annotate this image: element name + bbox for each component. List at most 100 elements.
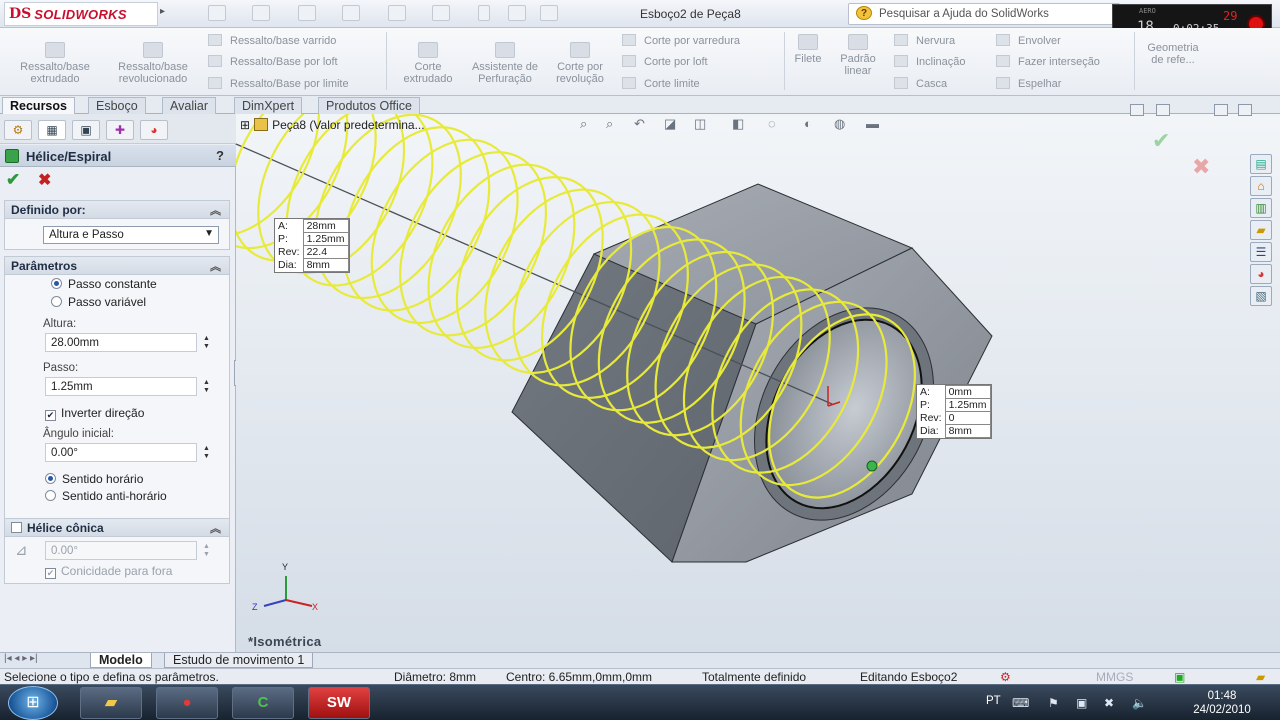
lofted-cut-button[interactable]: Corte por loft bbox=[622, 55, 708, 68]
home-pane-icon[interactable]: ⌂ bbox=[1250, 176, 1272, 196]
pitch-spinner[interactable]: ▲ ▼ bbox=[203, 379, 213, 395]
display-manager-tab-icon[interactable]: ◕ bbox=[140, 120, 168, 140]
parameters-header[interactable]: Parâmetros ︽ bbox=[5, 257, 229, 275]
pitch-variable-radio[interactable]: Passo variável bbox=[51, 295, 146, 309]
rebuild-icon[interactable] bbox=[478, 5, 490, 21]
taper-angle-spinner[interactable]: ▲ ▼ bbox=[203, 543, 213, 559]
tab-recursos[interactable]: Recursos bbox=[2, 97, 75, 114]
tab-avaliar[interactable]: Avaliar bbox=[162, 97, 216, 114]
help-icon[interactable]: ? bbox=[216, 148, 224, 163]
collapse-icon[interactable]: ︽ bbox=[210, 520, 221, 536]
zoom-to-fit-icon[interactable]: ⌕ bbox=[580, 116, 598, 132]
options-icon[interactable] bbox=[540, 5, 558, 21]
windows-explorer-icon[interactable]: ▰ bbox=[80, 687, 142, 719]
help-status-icon[interactable]: ▣ bbox=[1174, 670, 1185, 684]
view-settings-icon[interactable]: ▬ bbox=[866, 116, 884, 132]
new-doc-icon[interactable] bbox=[208, 5, 226, 21]
mirror-button[interactable]: Espelhar bbox=[996, 77, 1061, 90]
print-icon[interactable] bbox=[342, 5, 360, 21]
custom-properties-icon[interactable]: ▧ bbox=[1250, 286, 1272, 306]
start-angle-input[interactable]: 0.00° bbox=[45, 443, 197, 462]
minimize-doc-icon[interactable] bbox=[1214, 104, 1228, 116]
linear-pattern-button[interactable]: Padrão linear bbox=[834, 34, 882, 77]
revolved-cut-button[interactable]: Corte por revolução bbox=[546, 42, 614, 85]
defined-by-select[interactable]: Altura e Passo ▼ bbox=[43, 226, 219, 244]
restore-window-icon[interactable] bbox=[1156, 104, 1170, 116]
taper-outward-checkbox[interactable]: ✔ Conicidade para fora bbox=[45, 564, 172, 579]
callout-revolutions[interactable]: 0 bbox=[944, 411, 991, 425]
taper-helix-checkbox[interactable] bbox=[11, 521, 27, 535]
keyboard-icon[interactable]: ⌨ bbox=[1012, 696, 1029, 710]
tab-motion-study[interactable]: Estudo de movimento 1 bbox=[164, 653, 314, 668]
solidworks-logo[interactable]: DS SOLIDWORKS bbox=[4, 2, 158, 26]
confirm-cancel-icon[interactable]: ✖ bbox=[1192, 154, 1210, 180]
tab-scroll-arrows-icon[interactable]: |◂ ◂ ▸ ▸| bbox=[4, 653, 38, 664]
collapse-icon[interactable]: ︽ bbox=[210, 202, 221, 218]
callout-revolutions[interactable]: 22.4 bbox=[302, 245, 349, 259]
reverse-direction-checkbox[interactable]: ✔ Inverter direção bbox=[45, 406, 144, 421]
defined-by-header[interactable]: Definido por: ︽ bbox=[5, 201, 229, 219]
lofted-boss-button[interactable]: Ressalto/Base por loft bbox=[208, 55, 338, 68]
select-icon[interactable] bbox=[432, 5, 450, 21]
intersect-button[interactable]: Fazer interseção bbox=[996, 55, 1100, 68]
media-player-icon[interactable]: ● bbox=[156, 687, 218, 719]
feature-tree-tab-icon[interactable]: ⚙ bbox=[4, 120, 32, 140]
save-icon[interactable] bbox=[298, 5, 316, 21]
section-view-icon[interactable]: ◪ bbox=[664, 116, 682, 132]
ok-check-icon[interactable]: ✔ bbox=[6, 170, 20, 190]
graphics-area[interactable]: Y X Z ⊞ Peça8 (Valor predetermina... ⌕ ⌕ … bbox=[236, 114, 1280, 652]
callout-diameter[interactable]: 8mm bbox=[302, 258, 349, 272]
cancel-x-icon[interactable]: ✖ bbox=[38, 170, 51, 190]
revolved-boss-button[interactable]: Ressalto/base revolucionado bbox=[106, 42, 200, 85]
tab-dimxpert[interactable]: DimXpert bbox=[234, 97, 303, 114]
solidworks-taskbar-icon[interactable]: SW bbox=[308, 687, 370, 719]
appearances-icon[interactable]: ◕ bbox=[1250, 264, 1272, 284]
previous-view-icon[interactable]: ↶ bbox=[634, 116, 652, 132]
network-x-icon[interactable]: ✖ bbox=[1104, 696, 1114, 710]
start-angle-spinner[interactable]: ▲ ▼ bbox=[203, 445, 213, 461]
start-button-icon[interactable]: ⊞ bbox=[8, 686, 58, 720]
view-orientation-icon[interactable]: ◫ bbox=[694, 116, 712, 132]
volume-icon[interactable]: 🔈 bbox=[1132, 696, 1147, 710]
fillet-button[interactable]: Filete bbox=[788, 34, 828, 65]
draft-button[interactable]: Inclinação bbox=[894, 55, 966, 68]
tab-produtos-office[interactable]: Produtos Office bbox=[318, 97, 420, 114]
flyout-tree-root[interactable]: ⊞ Peça8 (Valor predetermina... bbox=[240, 118, 425, 132]
height-spinner[interactable]: ▲ ▼ bbox=[203, 335, 213, 351]
reference-geometry-button[interactable]: Geometria de refe... bbox=[1140, 42, 1206, 66]
callout-diameter[interactable]: 8mm bbox=[944, 424, 991, 438]
clockwise-radio[interactable]: Sentido horário bbox=[45, 472, 143, 486]
shell-button[interactable]: Casca bbox=[894, 77, 947, 90]
network-icon[interactable]: ▣ bbox=[1076, 696, 1087, 710]
extruded-boss-button[interactable]: Ressalto/base extrudado bbox=[8, 42, 102, 85]
hole-wizard-button[interactable]: Assistente de Perfuração bbox=[468, 42, 542, 85]
callout-pitch[interactable]: 1.25mm bbox=[302, 232, 349, 246]
counterclockwise-radio[interactable]: Sentido anti-horário bbox=[45, 489, 167, 503]
language-indicator[interactable]: PT bbox=[986, 695, 1001, 707]
design-library-icon[interactable]: ▥ bbox=[1250, 198, 1272, 218]
display-style-icon[interactable]: ◧ bbox=[732, 116, 750, 132]
confirm-check-icon[interactable]: ✔ bbox=[1152, 128, 1170, 154]
undo-icon[interactable] bbox=[388, 5, 406, 21]
notes-status-icon[interactable]: ▰ bbox=[1256, 670, 1265, 684]
swept-cut-button[interactable]: Corte por varredura bbox=[622, 34, 740, 47]
zoom-area-icon[interactable]: ⌕ bbox=[606, 116, 624, 132]
callout-height[interactable]: 0mm bbox=[944, 385, 991, 399]
boundary-boss-button[interactable]: Ressalto/Base por limite bbox=[208, 77, 349, 90]
system-clock[interactable]: 01:48 24/02/2010 bbox=[1186, 689, 1258, 717]
expand-icon[interactable]: ⊞ bbox=[240, 118, 250, 132]
resources-pane-icon[interactable]: ▤ bbox=[1250, 154, 1272, 174]
status-units[interactable]: MMGS bbox=[1096, 670, 1133, 684]
pitch-input[interactable]: 1.25mm bbox=[45, 377, 197, 396]
tab-modelo[interactable]: Modelo bbox=[90, 653, 152, 668]
height-input[interactable]: 28.00mm bbox=[45, 333, 197, 352]
extruded-cut-button[interactable]: Corte extrudado bbox=[392, 42, 464, 85]
maximize-doc-icon[interactable] bbox=[1238, 104, 1252, 116]
configuration-manager-tab-icon[interactable]: ▣ bbox=[72, 120, 100, 140]
hide-show-icon[interactable]: ◌ bbox=[768, 116, 786, 132]
wrap-button[interactable]: Envolver bbox=[996, 34, 1061, 47]
flag-icon[interactable]: ⚑ bbox=[1048, 696, 1059, 710]
collapse-icon[interactable]: ︽ bbox=[210, 258, 221, 274]
taper-angle-input[interactable]: 0.00° bbox=[45, 541, 197, 560]
rib-button[interactable]: Nervura bbox=[894, 34, 955, 47]
